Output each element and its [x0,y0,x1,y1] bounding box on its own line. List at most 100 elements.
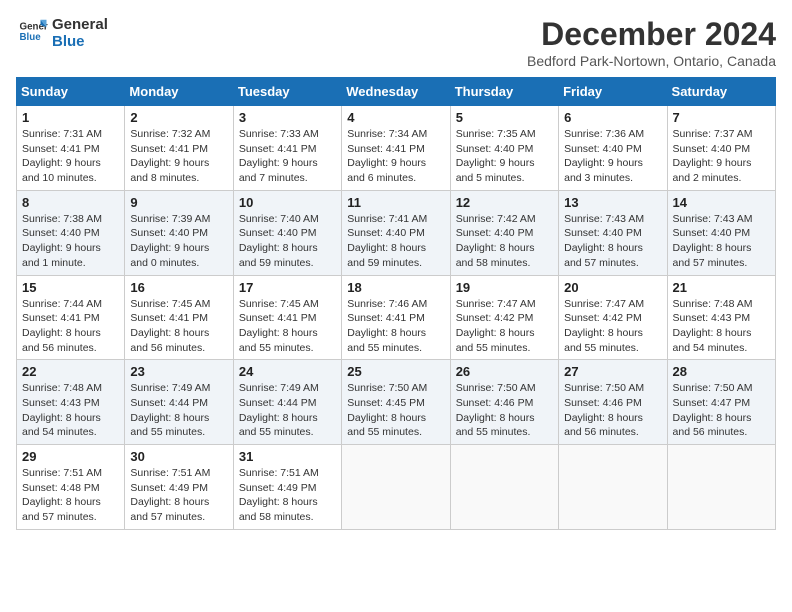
day-info: Sunrise: 7:50 AMSunset: 4:46 PMDaylight:… [564,381,661,440]
day-info: Sunrise: 7:33 AMSunset: 4:41 PMDaylight:… [239,127,336,186]
day-number: 29 [22,449,119,464]
week-row-5: 29 Sunrise: 7:51 AMSunset: 4:48 PMDayligh… [17,445,776,530]
day-number: 13 [564,195,661,210]
day-cell: 13 Sunrise: 7:43 AMSunset: 4:40 PMDayligh… [559,190,667,275]
day-number: 10 [239,195,336,210]
day-cell: 22Sunrise: 7:48 AMSunset: 4:43 PMDayligh… [17,360,125,445]
day-number: 21 [673,280,770,295]
day-number: 31 [239,449,336,464]
calendar: SundayMondayTuesdayWednesdayThursdayFrid… [16,77,776,530]
day-cell: 3 Sunrise: 7:33 AMSunset: 4:41 PMDaylight… [233,106,341,191]
day-cell: 30Sunrise: 7:51 AMSunset: 4:49 PMDayligh… [125,445,233,530]
day-cell [559,445,667,530]
day-cell: 16 Sunrise: 7:45 AMSunset: 4:41 PMDayligh… [125,275,233,360]
day-info: Sunrise: 7:38 AMSunset: 4:40 PMDaylight:… [22,212,119,271]
day-cell: 28Sunrise: 7:50 AMSunset: 4:47 PMDayligh… [667,360,775,445]
day-cell: 29 Sunrise: 7:51 AMSunset: 4:48 PMDayligh… [17,445,125,530]
weekday-sunday: Sunday [17,78,125,106]
logo-general: General [52,17,108,34]
day-number: 28 [673,364,770,379]
day-info: Sunrise: 7:49 AMSunset: 4:44 PMDaylight:… [239,381,336,440]
day-cell: 23 Sunrise: 7:49 AMSunset: 4:44 PMDayligh… [125,360,233,445]
weekday-tuesday: Tuesday [233,78,341,106]
day-info: Sunrise: 7:45 AMSunset: 4:41 PMDaylight:… [239,297,336,356]
day-cell: 2 Sunrise: 7:32 AMSunset: 4:41 PMDaylight… [125,106,233,191]
day-cell: 12 Sunrise: 7:42 AMSunset: 4:40 PMDayligh… [450,190,558,275]
logo-icon: General Blue [18,16,48,46]
header: General Blue General Blue December 2024 … [16,16,776,69]
day-number: 20 [564,280,661,295]
day-info: Sunrise: 7:47 AMSunset: 4:42 PMDaylight:… [456,297,553,356]
day-cell: 4 Sunrise: 7:34 AMSunset: 4:41 PMDaylight… [342,106,450,191]
day-info: Sunrise: 7:42 AMSunset: 4:40 PMDaylight:… [456,212,553,271]
day-cell: 21 Sunrise: 7:48 AMSunset: 4:43 PMDayligh… [667,275,775,360]
day-cell: 27 Sunrise: 7:50 AMSunset: 4:46 PMDayligh… [559,360,667,445]
day-info: Sunrise: 7:40 AMSunset: 4:40 PMDaylight:… [239,212,336,271]
day-cell: 18Sunrise: 7:46 AMSunset: 4:41 PMDayligh… [342,275,450,360]
day-cell: 9Sunrise: 7:39 AMSunset: 4:40 PMDaylight… [125,190,233,275]
logo: General Blue General Blue [16,16,108,51]
day-info: Sunrise: 7:51 AMSunset: 4:48 PMDaylight:… [22,466,119,525]
day-cell: 15 Sunrise: 7:44 AMSunset: 4:41 PMDayligh… [17,275,125,360]
weekday-thursday: Thursday [450,78,558,106]
day-info: Sunrise: 7:39 AMSunset: 4:40 PMDaylight:… [130,212,227,271]
day-cell: 10 Sunrise: 7:40 AMSunset: 4:40 PMDayligh… [233,190,341,275]
day-number: 7 [673,110,770,125]
day-info: Sunrise: 7:31 AMSunset: 4:41 PMDaylight:… [22,127,119,186]
day-info: Sunrise: 7:44 AMSunset: 4:41 PMDaylight:… [22,297,119,356]
day-info: Sunrise: 7:43 AMSunset: 4:40 PMDaylight:… [564,212,661,271]
svg-text:Blue: Blue [20,32,42,43]
day-info: Sunrise: 7:51 AMSunset: 4:49 PMDaylight:… [239,466,336,525]
day-cell: 20 Sunrise: 7:47 AMSunset: 4:42 PMDayligh… [559,275,667,360]
day-info: Sunrise: 7:50 AMSunset: 4:46 PMDaylight:… [456,381,553,440]
day-info: Sunrise: 7:49 AMSunset: 4:44 PMDaylight:… [130,381,227,440]
location-title: Bedford Park-Nortown, Ontario, Canada [527,53,776,69]
day-info: Sunrise: 7:34 AMSunset: 4:41 PMDaylight:… [347,127,444,186]
day-info: Sunrise: 7:35 AMSunset: 4:40 PMDaylight:… [456,127,553,186]
day-number: 11 [347,195,444,210]
day-info: Sunrise: 7:46 AMSunset: 4:41 PMDaylight:… [347,297,444,356]
day-number: 3 [239,110,336,125]
day-number: 19 [456,280,553,295]
day-cell: 24Sunrise: 7:49 AMSunset: 4:44 PMDayligh… [233,360,341,445]
day-number: 12 [456,195,553,210]
day-info: Sunrise: 7:32 AMSunset: 4:41 PMDaylight:… [130,127,227,186]
week-row-3: 15 Sunrise: 7:44 AMSunset: 4:41 PMDayligh… [17,275,776,360]
day-cell: 25Sunrise: 7:50 AMSunset: 4:45 PMDayligh… [342,360,450,445]
day-info: Sunrise: 7:51 AMSunset: 4:49 PMDaylight:… [130,466,227,525]
day-number: 25 [347,364,444,379]
day-cell: 31 Sunrise: 7:51 AMSunset: 4:49 PMDayligh… [233,445,341,530]
day-number: 4 [347,110,444,125]
day-info: Sunrise: 7:43 AMSunset: 4:40 PMDaylight:… [673,212,770,271]
day-cell: 26Sunrise: 7:50 AMSunset: 4:46 PMDayligh… [450,360,558,445]
day-info: Sunrise: 7:45 AMSunset: 4:41 PMDaylight:… [130,297,227,356]
day-number: 15 [22,280,119,295]
day-info: Sunrise: 7:48 AMSunset: 4:43 PMDaylight:… [673,297,770,356]
day-number: 16 [130,280,227,295]
day-cell [667,445,775,530]
day-cell: 1 Sunrise: 7:31 AMSunset: 4:41 PMDaylight… [17,106,125,191]
weekday-friday: Friday [559,78,667,106]
day-number: 1 [22,110,119,125]
logo-blue: Blue [52,34,108,51]
day-info: Sunrise: 7:41 AMSunset: 4:40 PMDaylight:… [347,212,444,271]
day-info: Sunrise: 7:36 AMSunset: 4:40 PMDaylight:… [564,127,661,186]
day-number: 27 [564,364,661,379]
day-cell: 17 Sunrise: 7:45 AMSunset: 4:41 PMDayligh… [233,275,341,360]
day-number: 8 [22,195,119,210]
day-number: 2 [130,110,227,125]
day-number: 17 [239,280,336,295]
day-cell: 5Sunrise: 7:35 AMSunset: 4:40 PMDaylight… [450,106,558,191]
week-row-4: 22Sunrise: 7:48 AMSunset: 4:43 PMDayligh… [17,360,776,445]
day-info: Sunrise: 7:47 AMSunset: 4:42 PMDaylight:… [564,297,661,356]
month-title: December 2024 [527,16,776,53]
day-cell: 14 Sunrise: 7:43 AMSunset: 4:40 PMDayligh… [667,190,775,275]
day-number: 22 [22,364,119,379]
weekday-monday: Monday [125,78,233,106]
day-cell: 7Sunrise: 7:37 AMSunset: 4:40 PMDaylight… [667,106,775,191]
day-number: 14 [673,195,770,210]
weekday-header-row: SundayMondayTuesdayWednesdayThursdayFrid… [17,78,776,106]
day-cell: 6Sunrise: 7:36 AMSunset: 4:40 PMDaylight… [559,106,667,191]
day-cell: 8 Sunrise: 7:38 AMSunset: 4:40 PMDaylight… [17,190,125,275]
day-number: 23 [130,364,227,379]
